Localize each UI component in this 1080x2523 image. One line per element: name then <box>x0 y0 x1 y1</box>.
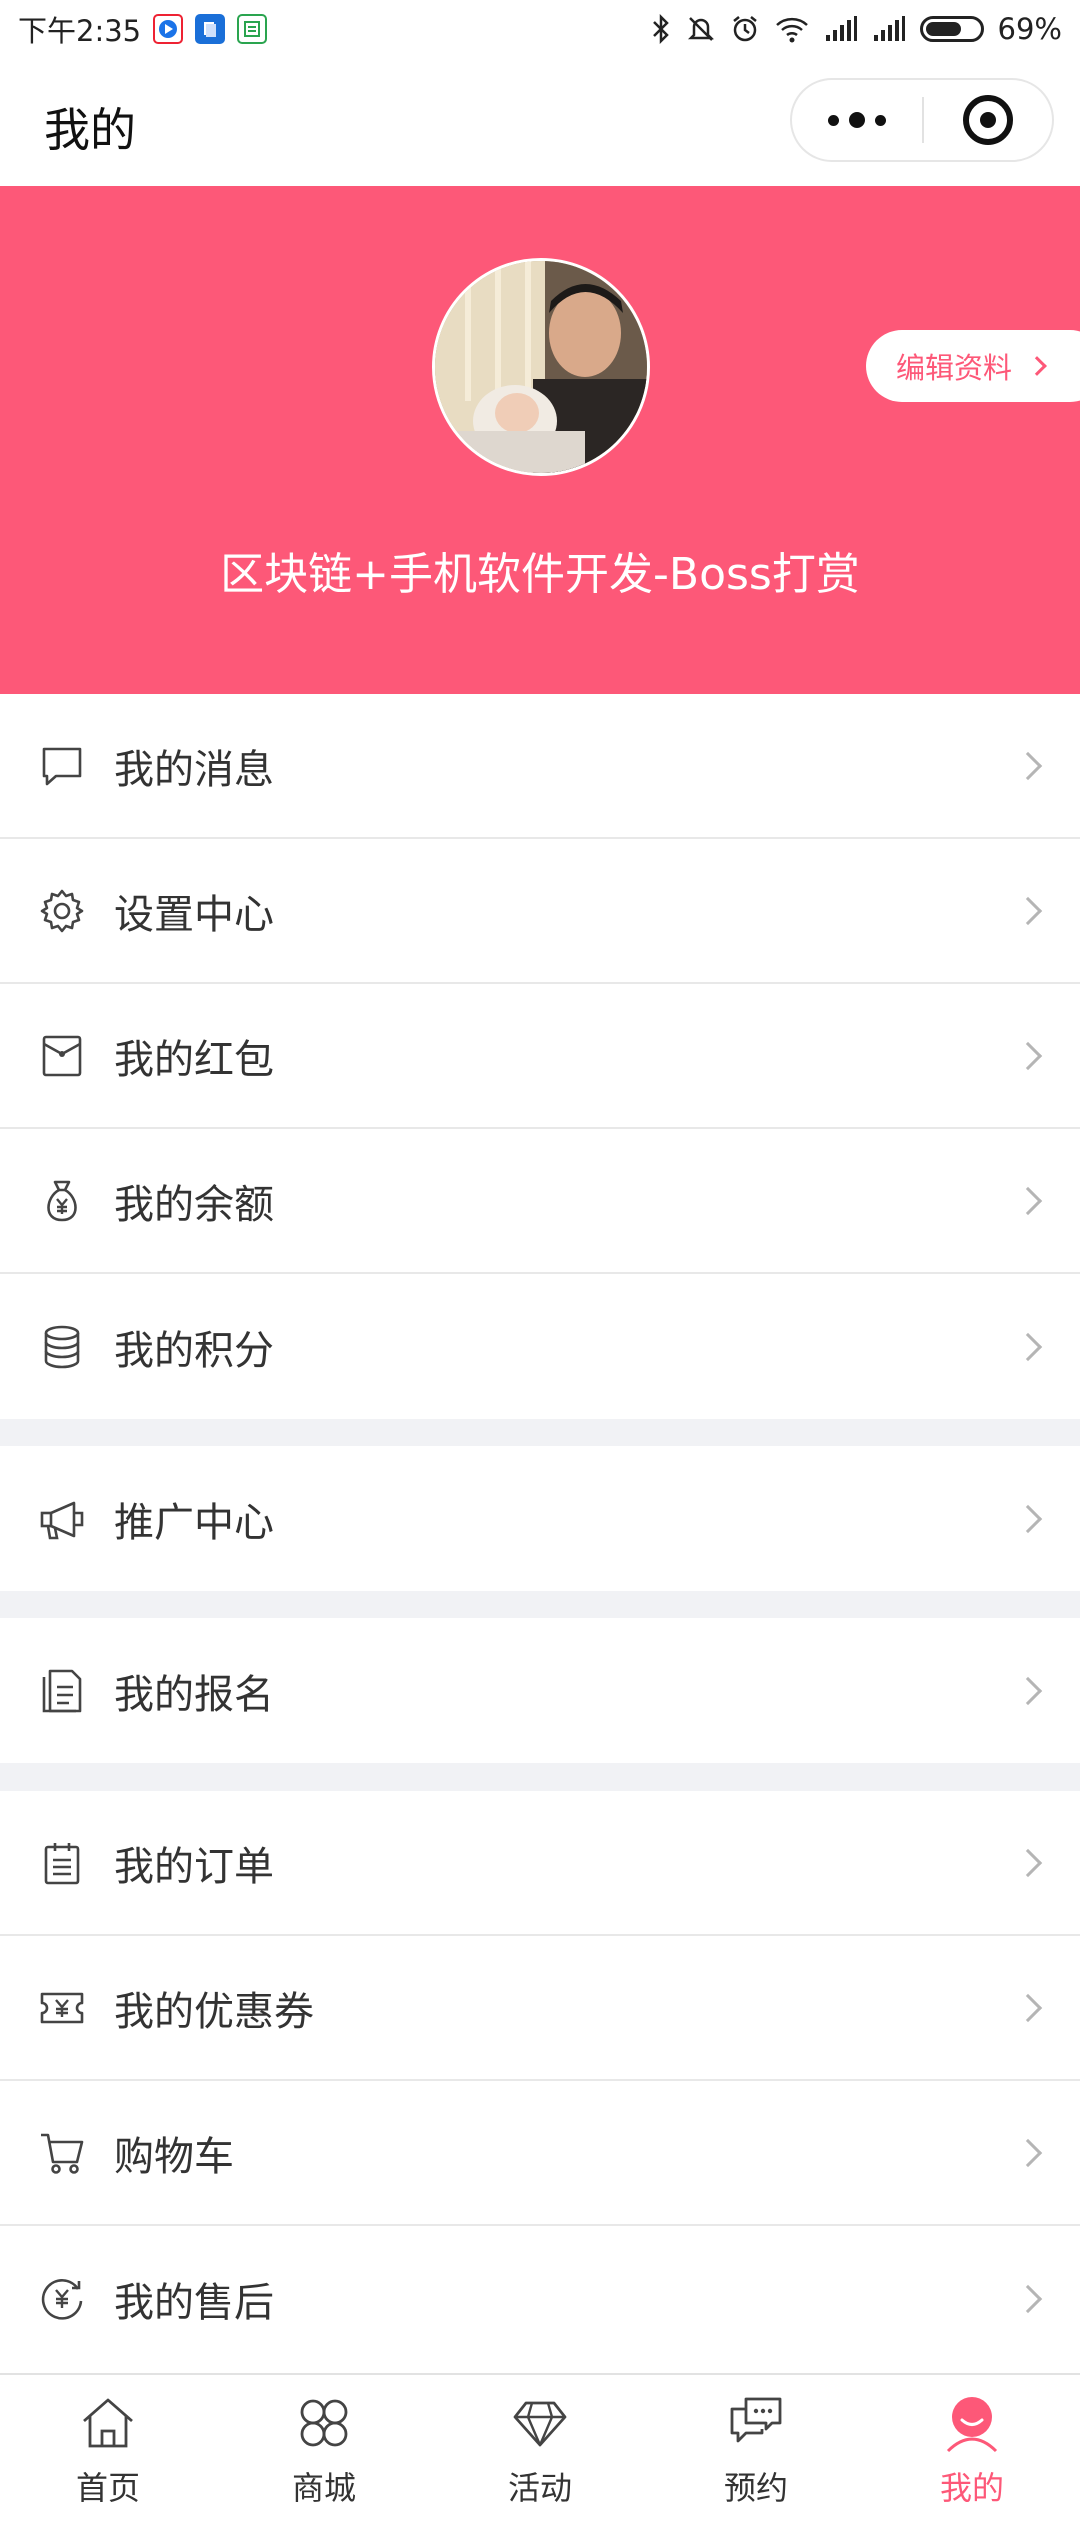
chevron-right-icon <box>1013 1504 1043 1533</box>
more-dot-icon <box>875 114 886 126</box>
chevron-right-icon <box>1013 1993 1043 2022</box>
menu-item-label: 我的红包 <box>114 1036 274 1083</box>
tab-activity[interactable]: 活动 <box>432 2375 648 2523</box>
more-dot-icon <box>849 112 865 128</box>
video-app-icon <box>153 14 184 44</box>
diamond-icon <box>513 2401 567 2447</box>
menu-item-balance[interactable]: 我的余额 <box>0 1129 1080 1274</box>
edit-profile-label: 编辑资料 <box>896 351 1013 385</box>
gear-icon <box>40 889 84 932</box>
chevron-right-icon <box>1013 751 1043 780</box>
menu-item-label: 购物车 <box>114 2133 234 2180</box>
news-app-icon <box>237 14 268 44</box>
menu-item-label: 推广中心 <box>114 1499 274 1546</box>
chevron-right-icon <box>1013 896 1043 925</box>
menu-group-account: 我的消息 设置中心 我的红包 我的余额 我的积分 <box>0 694 1080 1419</box>
avatar[interactable] <box>432 258 650 476</box>
wifi-icon <box>775 17 808 43</box>
megaphone-icon <box>40 1501 84 1539</box>
grid-icon <box>300 2399 348 2447</box>
menu-item-settings[interactable]: 设置中心 <box>0 839 1080 984</box>
status-time: 下午2:35 <box>18 14 142 48</box>
menu-group-registration: 我的报名 <box>0 1618 1080 1763</box>
menu-item-label: 我的余额 <box>114 1181 274 1228</box>
menu-item-label: 设置中心 <box>114 891 274 938</box>
home-icon <box>83 2398 133 2448</box>
red-packet-icon <box>42 1035 82 1076</box>
coins-stack-icon <box>44 1325 80 1368</box>
menu-item-points[interactable]: 我的积分 <box>0 1274 1080 1419</box>
menu-item-label: 我的订单 <box>114 1843 274 1890</box>
battery-icon <box>919 16 984 42</box>
clipboard-icon <box>44 1842 80 1884</box>
menu-group-promotion: 推广中心 <box>0 1446 1080 1591</box>
docs-app-icon <box>195 14 226 44</box>
bluetooth-icon <box>652 14 669 44</box>
tab-label: 活动 <box>507 2469 572 2507</box>
menu-item-red-packet[interactable]: 我的红包 <box>0 984 1080 1129</box>
menu-item-label: 我的售后 <box>114 2279 274 2326</box>
tab-home[interactable]: 首页 <box>0 2375 216 2523</box>
signal-icon <box>825 16 857 41</box>
menu-item-orders[interactable]: 我的订单 <box>0 1791 1080 1936</box>
more-dot-icon <box>828 114 839 126</box>
message-icon <box>42 747 82 785</box>
tab-mine[interactable]: 我的 <box>864 2375 1080 2523</box>
chevron-right-icon <box>1013 1186 1043 1215</box>
edit-profile-button[interactable]: 编辑资料 <box>866 330 1080 402</box>
tab-booking[interactable]: 预约 <box>648 2375 864 2523</box>
more-button[interactable] <box>792 80 922 160</box>
section-divider <box>0 1419 1080 1446</box>
menu-item-cart[interactable]: 购物车 <box>0 2081 1080 2226</box>
tab-mall[interactable]: 商城 <box>216 2375 432 2523</box>
menu-item-label: 我的消息 <box>114 746 274 793</box>
chevron-right-icon <box>1013 2138 1043 2167</box>
chevron-right-icon <box>1027 356 1047 376</box>
menu-item-label: 我的优惠券 <box>114 1988 314 2035</box>
mute-icon <box>687 17 714 41</box>
chevron-right-icon <box>1013 1676 1043 1705</box>
alarm-icon <box>732 16 757 42</box>
after-sale-icon <box>41 2278 83 2320</box>
coupon-icon <box>40 1992 84 2023</box>
signal-icon <box>873 16 905 41</box>
tab-bar: 首页 商城 活动 预约 我的 <box>0 2373 1080 2523</box>
target-circle-icon <box>963 95 1013 145</box>
menu-group-orders: 我的订单 我的优惠券 购物车 我的售后 <box>0 1791 1080 2371</box>
chevron-right-icon <box>1013 2284 1043 2313</box>
page-title: 我的 <box>44 103 136 157</box>
tab-label: 首页 <box>75 2469 140 2507</box>
chat-icon <box>730 2397 782 2443</box>
menu-item-coupons[interactable]: 我的优惠券 <box>0 1936 1080 2081</box>
section-divider <box>0 1591 1080 1618</box>
menu-item-after-sale[interactable]: 我的售后 <box>0 2226 1080 2371</box>
chevron-right-icon <box>1013 1332 1043 1361</box>
menu-item-registration[interactable]: 我的报名 <box>0 1618 1080 1763</box>
money-bag-icon <box>47 1180 77 1221</box>
menu-item-label: 我的报名 <box>114 1671 274 1718</box>
chevron-right-icon <box>1013 1848 1043 1877</box>
tab-label: 商城 <box>291 2469 356 2507</box>
user-icon <box>946 2397 998 2453</box>
document-icon <box>42 1669 82 1712</box>
chevron-right-icon <box>1013 1041 1043 1070</box>
menu-item-promotion-center[interactable]: 推广中心 <box>0 1446 1080 1591</box>
menu-item-label: 我的积分 <box>114 1327 274 1374</box>
title-bar: 我的 <box>0 58 1080 186</box>
close-miniprogram-button[interactable] <box>924 95 1052 145</box>
cart-icon <box>41 2133 84 2174</box>
section-divider <box>0 1763 1080 1791</box>
battery-percent: 69% <box>997 12 1062 46</box>
tab-label: 我的 <box>939 2469 1004 2507</box>
user-nickname: 区块链+手机软件开发-Boss打赏 <box>220 549 860 600</box>
menu-item-messages[interactable]: 我的消息 <box>0 694 1080 839</box>
profile-header: 编辑资料 区块链+手机软件开发-Boss打赏 <box>0 186 1080 694</box>
status-bar: 下午2:35 69% <box>0 0 1080 58</box>
miniprogram-capsule <box>790 78 1054 162</box>
tab-label: 预约 <box>723 2469 788 2507</box>
